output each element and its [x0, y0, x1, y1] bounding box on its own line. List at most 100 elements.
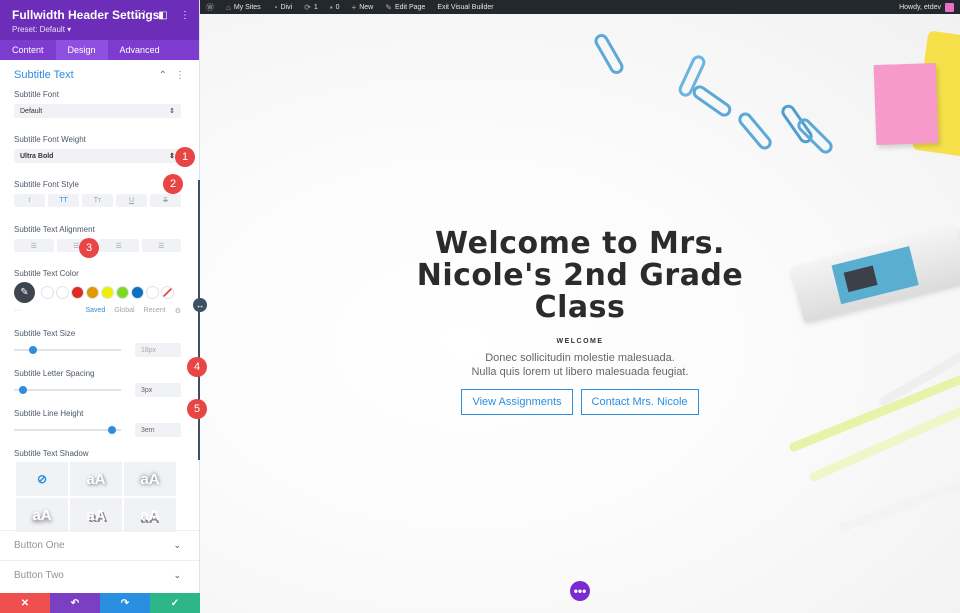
new-label: New	[359, 3, 374, 11]
swatch-blue[interactable]	[131, 286, 144, 299]
resize-handle-icon[interactable]: ↔	[193, 298, 207, 312]
spacing-slider-handle[interactable]	[18, 386, 27, 394]
exit-visual-builder-link[interactable]: Exit Visual Builder	[437, 4, 493, 11]
chevron-up-icon[interactable]: ⌃	[159, 70, 167, 81]
size-slider-track[interactable]	[14, 346, 121, 354]
updates-link[interactable]: ⟳ 1	[304, 3, 318, 12]
paint-tube-image	[790, 226, 960, 322]
chevron-down-icon: ⌄	[173, 570, 181, 580]
undo-button[interactable]: ↶	[50, 593, 100, 613]
save-button[interactable]: ✓	[150, 593, 200, 613]
pencil-image	[838, 472, 960, 533]
subtitle-font-weight-select[interactable]: Ultra Bold ⇕	[14, 149, 181, 163]
subtitle-line-height-input[interactable]: 3em	[135, 423, 181, 437]
more-options-icon[interactable]: ⋮	[179, 9, 191, 21]
new-link[interactable]: + New	[352, 3, 374, 12]
swatch-orange[interactable]	[86, 286, 99, 299]
subtitle-font-weight-value: Ultra Bold	[20, 152, 54, 160]
color-swatches: ✎	[14, 282, 185, 303]
header-subtitle: WELCOME	[556, 338, 604, 345]
redo-button[interactable]: ↷	[100, 593, 150, 613]
subtitle-text-alignment-label: Subtitle Text Alignment	[14, 225, 95, 234]
uppercase-button[interactable]: TT	[48, 194, 79, 207]
swatch-yellow[interactable]	[101, 286, 114, 299]
color-tab-saved[interactable]: Saved	[85, 307, 105, 315]
tab-advanced[interactable]: Advanced	[108, 40, 172, 60]
sites-icon: ⌂	[226, 2, 231, 12]
capitalize-button[interactable]: Tт	[82, 194, 113, 207]
swatch-white-2[interactable]	[56, 286, 69, 299]
callout-badge-5: 5	[187, 399, 207, 419]
refresh-icon: ⟳	[304, 2, 311, 12]
no-shadow-icon[interactable]: ⊘	[16, 462, 68, 496]
callout-badge-1: 1	[175, 147, 195, 167]
subtitle-text-size-input[interactable]: 18px	[135, 343, 181, 357]
color-tab-global[interactable]: Global	[114, 307, 134, 315]
header-title: Welcome to Mrs. Nicole's 2nd Grade Class	[416, 226, 744, 325]
admin-bar: Ⓦ ⌂ My Sites ◔ Divi ⟳ 1 ▪ 0 + New ✎ Edit Page …	[200, 0, 960, 14]
settings-tabs: Content Design Advanced	[0, 40, 199, 60]
shadow-preset-2[interactable]: aA	[124, 462, 176, 496]
subtitle-line-height-label: Subtitle Line Height	[14, 409, 84, 418]
section-button-two[interactable]: Button Two ⌄	[0, 560, 199, 590]
contact-button[interactable]: Contact Mrs. Nicole	[580, 389, 699, 415]
page-preview: Welcome to Mrs. Nicole's 2nd Grade Class…	[200, 14, 960, 613]
swatch-red[interactable]	[71, 286, 84, 299]
view-assignments-button[interactable]: View Assignments	[461, 389, 573, 415]
swatch-white-1[interactable]	[41, 286, 54, 299]
select-arrows-icon: ⇕	[169, 108, 175, 115]
avatar[interactable]	[945, 2, 954, 12]
section-header-subtitle-text[interactable]: Subtitle Text ⌃ ⋮	[0, 60, 199, 90]
italic-button[interactable]: I	[14, 194, 45, 207]
page-settings-menu-icon[interactable]: •••	[570, 581, 590, 601]
eyedropper-icon[interactable]: ✎	[14, 282, 35, 303]
underline-button[interactable]: U	[116, 194, 147, 207]
discard-button[interactable]: ✕	[0, 593, 50, 613]
color-tab-recent[interactable]: Recent	[144, 307, 166, 315]
align-left-icon[interactable]: ☰	[14, 239, 54, 252]
lineheight-slider-track[interactable]	[14, 426, 121, 434]
strikethrough-button[interactable]: S	[150, 194, 181, 207]
callout-badge-4: 4	[187, 357, 207, 377]
swatch-green[interactable]	[116, 286, 129, 299]
panel-footer: ✕ ↶ ↷ ✓	[0, 593, 200, 613]
tab-content[interactable]: Content	[0, 40, 56, 60]
shadow-preset-4[interactable]: aA	[70, 498, 122, 532]
howdy-user[interactable]: Howdy, etdev	[899, 4, 941, 11]
panel-header: Fullwidth Header Settings Preset: Defaul…	[0, 0, 199, 40]
subtitle-letter-spacing-input[interactable]: 3px	[135, 383, 181, 397]
paperclip-image	[591, 31, 627, 77]
section-options-icon[interactable]: ⋮	[175, 70, 185, 81]
snap-panel-icon[interactable]: ◧	[157, 9, 169, 21]
tab-design[interactable]: Design	[55, 40, 108, 60]
subtitle-font-select[interactable]: Default ⇕	[14, 104, 181, 118]
subtitle-font-style-label: Subtitle Font Style	[14, 180, 79, 189]
preset-dropdown[interactable]: Preset: Default ▾	[12, 25, 189, 34]
text-shadow-presets: ⊘ aA aA aA aA aA	[16, 462, 185, 532]
more-colors-icon[interactable]: ···	[14, 307, 21, 315]
swatch-clear-icon[interactable]	[161, 286, 174, 299]
shadow-preset-1[interactable]: aA	[70, 462, 122, 496]
comments-link[interactable]: ▪ 0	[330, 3, 340, 12]
align-right-icon[interactable]: ☰	[99, 239, 139, 252]
my-sites-link[interactable]: ⌂ My Sites	[226, 3, 261, 12]
section-button-one[interactable]: Button One ⌄	[0, 530, 199, 560]
gear-icon[interactable]: ⚙	[175, 307, 181, 315]
callout-badge-2: 2	[163, 174, 183, 194]
align-justify-icon[interactable]: ☰	[141, 239, 181, 252]
wordpress-logo-icon[interactable]: Ⓦ	[206, 2, 214, 13]
settings-panel: Fullwidth Header Settings Preset: Defaul…	[0, 0, 200, 613]
fullscreen-icon[interactable]: ⛶	[135, 9, 147, 21]
header-body-line-1: Donec sollicitudin molestie malesuada.	[485, 352, 675, 364]
swatch-white-3[interactable]	[146, 286, 159, 299]
paperclip-image	[689, 82, 735, 120]
edit-page-link[interactable]: ✎ Edit Page	[385, 3, 425, 12]
shadow-preset-3[interactable]: aA	[16, 498, 68, 532]
lineheight-slider-handle[interactable]	[108, 426, 117, 434]
spacing-slider-track[interactable]	[14, 386, 121, 394]
size-slider-handle[interactable]	[28, 346, 37, 354]
divi-link[interactable]: ◔ Divi	[273, 3, 293, 12]
section-button-two-title: Button Two	[14, 570, 64, 581]
pink-sticky-note	[873, 62, 939, 146]
shadow-preset-5[interactable]: aA	[124, 498, 176, 532]
